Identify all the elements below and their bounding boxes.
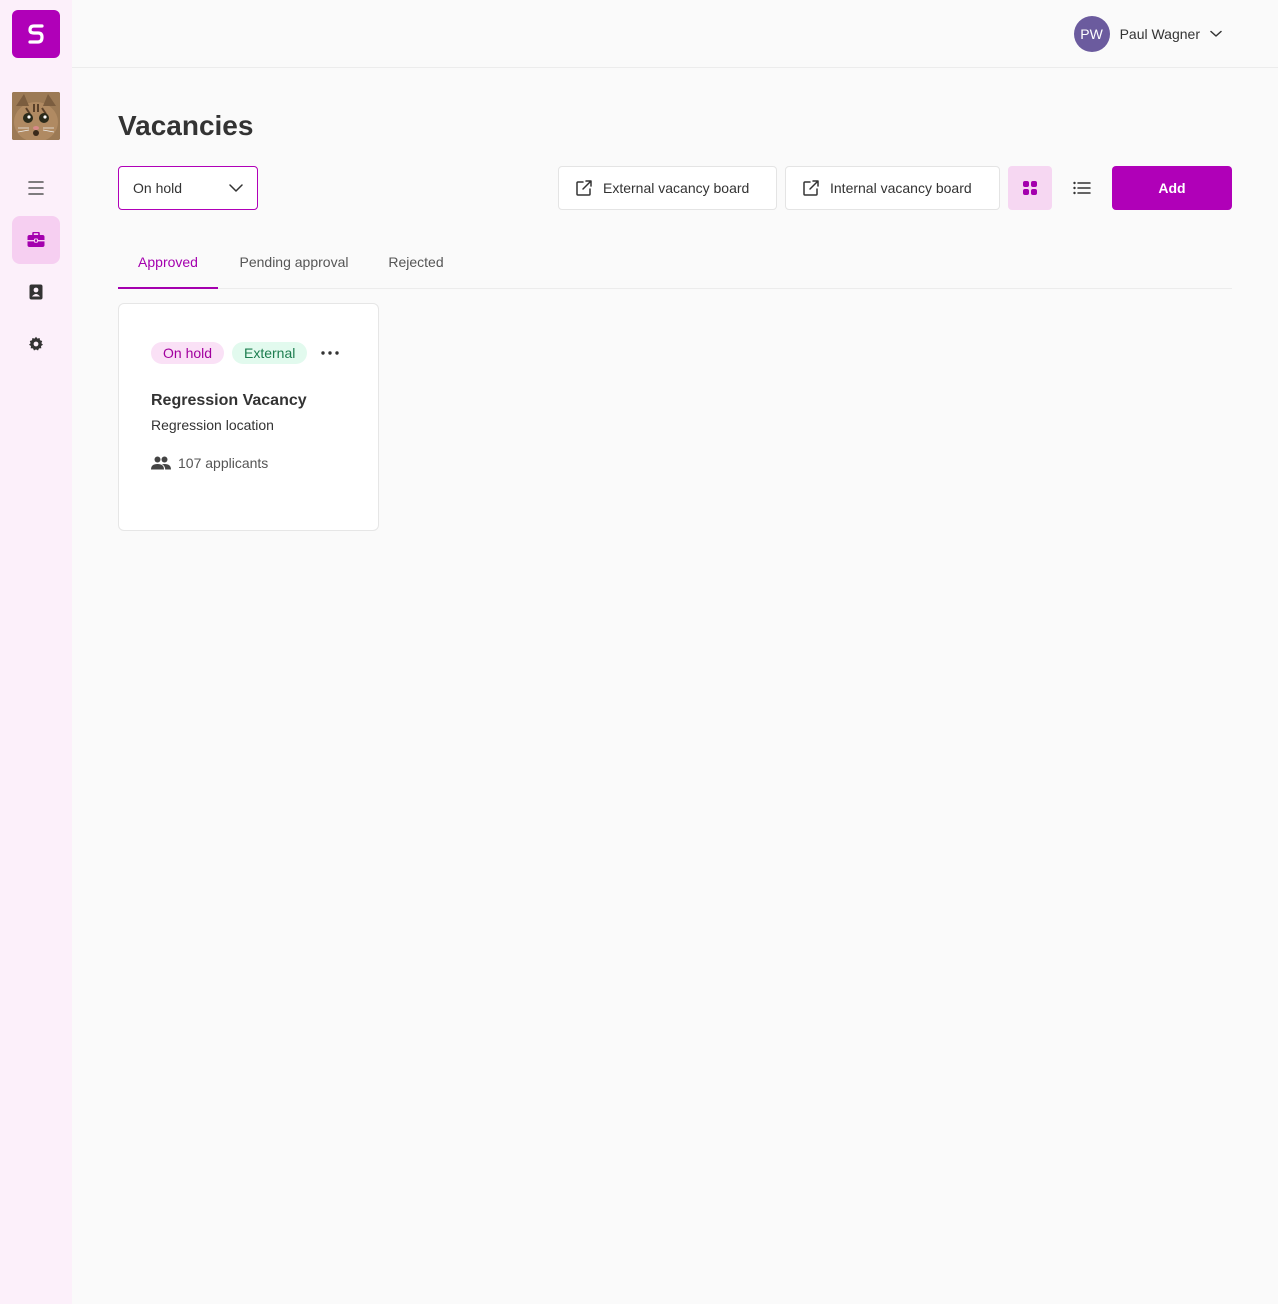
people-icon xyxy=(151,456,171,470)
contact-book-icon xyxy=(29,284,43,300)
status-filter-value: On hold xyxy=(133,180,183,196)
logo-mark-icon xyxy=(28,24,44,44)
sidebar-menu-toggle[interactable] xyxy=(12,164,60,212)
gear-icon xyxy=(29,336,43,351)
vacancy-location: Regression location xyxy=(151,417,274,433)
user-avatar: PW xyxy=(1073,16,1110,52)
cat-photo-icon xyxy=(12,92,60,140)
user-menu[interactable]: PW Paul Wagner xyxy=(1073,16,1222,52)
vacancy-card[interactable]: On hold External Regression Vacancy Regr… xyxy=(118,303,379,531)
chevron-down-icon xyxy=(229,184,243,192)
approval-tabs: Approved Pending approval Rejected xyxy=(118,238,1232,289)
menu-icon xyxy=(28,181,44,195)
add-vacancy-button[interactable]: Add xyxy=(1112,166,1232,210)
chevron-down-icon xyxy=(1210,30,1222,37)
vacancy-title[interactable]: Regression Vacancy xyxy=(151,392,307,410)
sidebar-item-vacancies[interactable] xyxy=(12,216,60,264)
type-badge: External xyxy=(232,342,308,364)
sidebar-item-settings[interactable] xyxy=(12,320,60,368)
list-view-button[interactable] xyxy=(1060,166,1104,210)
external-link-icon xyxy=(576,180,592,196)
status-filter-select[interactable]: On hold xyxy=(118,166,258,210)
card-more-button[interactable] xyxy=(317,342,343,364)
page-title: Vacancies xyxy=(118,110,254,141)
user-name: Paul Wagner xyxy=(1119,26,1200,42)
sidebar-item-contacts[interactable] xyxy=(12,268,60,316)
tab-approved[interactable]: Approved xyxy=(118,238,218,289)
tab-rejected[interactable]: Rejected xyxy=(380,238,452,289)
internal-vacancy-board-button[interactable]: Internal vacancy board xyxy=(785,166,1000,210)
applicants-label: 107 applicants xyxy=(178,455,269,471)
company-avatar[interactable] xyxy=(12,92,60,140)
more-horizontal-icon xyxy=(321,351,339,355)
sidebar xyxy=(0,0,72,1304)
app-logo[interactable] xyxy=(12,10,60,58)
top-bar: PW Paul Wagner xyxy=(72,0,1278,68)
internal-vacancy-board-label: Internal vacancy board xyxy=(830,180,972,196)
tab-pending-approval[interactable]: Pending approval xyxy=(226,238,362,289)
grid-view-icon xyxy=(1023,181,1037,195)
applicants-count: 107 applicants xyxy=(151,455,268,471)
external-vacancy-board-button[interactable]: External vacancy board xyxy=(558,166,777,210)
briefcase-icon xyxy=(27,232,45,247)
external-link-icon xyxy=(803,180,819,196)
list-view-icon xyxy=(1073,181,1091,195)
status-badge: On hold xyxy=(151,342,225,364)
external-vacancy-board-label: External vacancy board xyxy=(603,180,750,196)
grid-view-button[interactable] xyxy=(1008,166,1052,210)
